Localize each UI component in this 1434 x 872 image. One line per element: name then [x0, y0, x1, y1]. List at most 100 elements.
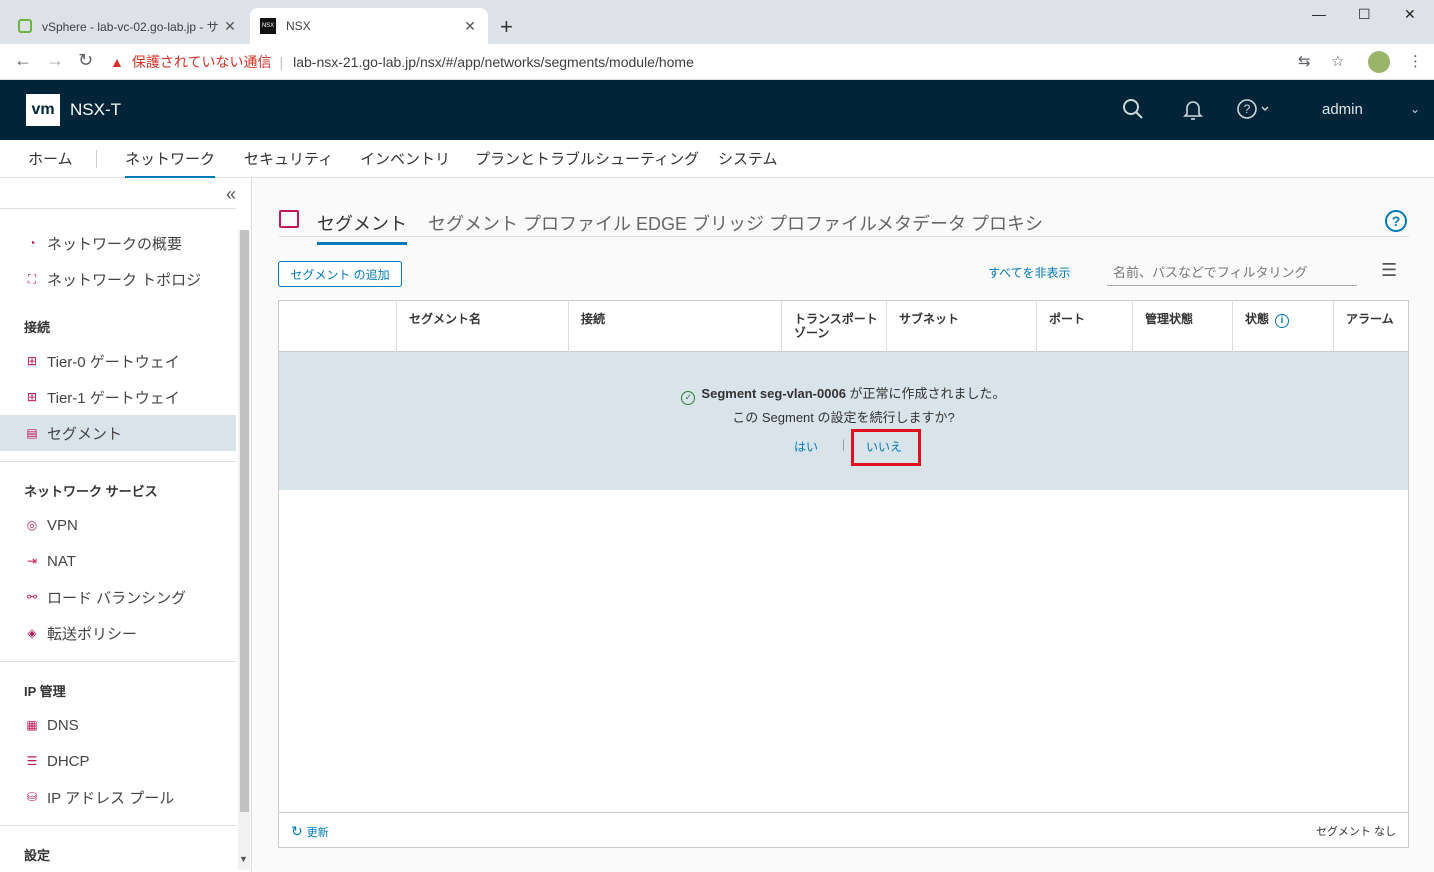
- close-tab-icon[interactable]: ✕: [222, 18, 238, 35]
- continue-question: この Segment の設定を続行しますか?: [732, 410, 955, 425]
- close-tab-icon[interactable]: ✕: [462, 18, 478, 35]
- sidebar-item-segments[interactable]: ▤ セグメント: [0, 415, 236, 451]
- table-header: セグメント名 接続 トランスポート ゾーン サブネット ポート 管理状態 状態 i…: [279, 301, 1408, 352]
- sidebar-item-network-topology[interactable]: ⛶ ネットワーク トポロジ: [0, 261, 236, 297]
- security-status[interactable]: 保護されていない通信: [132, 52, 272, 72]
- tab-title: NSX: [286, 19, 311, 33]
- profile-avatar[interactable]: [1368, 51, 1390, 73]
- sidebar-item-label: IP アドレス プール: [47, 789, 175, 807]
- sidebar-item-tier1-gateway[interactable]: ⊞ Tier-1 ゲートウェイ: [0, 379, 236, 415]
- filter-input[interactable]: [1107, 260, 1357, 286]
- tab-segments[interactable]: セグメント: [317, 210, 407, 245]
- segment-icon: [279, 210, 299, 228]
- svg-text:?: ?: [1244, 102, 1251, 116]
- sidebar-section-heading: ネットワーク サービス: [24, 484, 158, 499]
- bell-icon[interactable]: [1182, 98, 1204, 126]
- tab-segment-profiles[interactable]: セグメント プロファイル: [428, 210, 631, 242]
- gateway-icon: ⊞: [26, 354, 38, 368]
- window-close-icon[interactable]: ✕: [1404, 6, 1416, 23]
- refresh-button[interactable]: ↻ 更新: [291, 823, 329, 840]
- nav-inventory[interactable]: インベントリ: [360, 148, 450, 176]
- column-header[interactable]: セグメント名: [396, 301, 568, 352]
- hide-all-link[interactable]: すべてを非表示: [988, 264, 1070, 281]
- column-header-label: 状態: [1245, 312, 1270, 326]
- segment-count: セグメント なし: [1315, 826, 1396, 838]
- browser-tab-vsphere[interactable]: vSphere - lab-vc-02.go-lab.jp - サ ✕: [8, 8, 248, 44]
- url-field[interactable]: ▲ 保護されていない通信 | lab-nsx-21.go-lab.jp/nsx/…: [110, 48, 1360, 76]
- main-content: セグメント セグメント プロファイル EDGE ブリッジ プロファイル メタデー…: [253, 178, 1434, 872]
- sidebar-item-tier0-gateway[interactable]: ⊞ Tier-0 ゲートウェイ: [0, 343, 236, 379]
- sidebar-item-label: ロード バランシング: [47, 589, 187, 607]
- help-icon[interactable]: ?: [1385, 210, 1407, 232]
- filter-options-icon[interactable]: ☰: [1381, 260, 1397, 281]
- menu-kebab-icon[interactable]: ⋮: [1408, 52, 1423, 70]
- chevron-down-icon[interactable]: ⌄: [1410, 102, 1420, 116]
- column-header[interactable]: 接続: [568, 301, 781, 352]
- new-tab-icon[interactable]: +: [500, 14, 513, 40]
- forward-icon[interactable]: →: [46, 50, 64, 71]
- sidebar-item-label: ネットワーク トポロジ: [47, 271, 202, 289]
- info-icon[interactable]: i: [1275, 314, 1290, 328]
- sidebar-item-label: NAT: [47, 552, 76, 570]
- reload-icon[interactable]: ↻: [78, 50, 93, 71]
- sidebar-item-forwarding-policy[interactable]: ◈ 転送ポリシー: [0, 615, 236, 651]
- divider: |: [279, 54, 284, 70]
- divider: [279, 236, 1409, 237]
- back-icon[interactable]: ←: [14, 50, 32, 71]
- status-column-header[interactable]: 状態 i: [1232, 301, 1333, 352]
- collapse-sidebar-icon[interactable]: «: [226, 184, 236, 205]
- bookmark-star-icon[interactable]: ☆: [1331, 52, 1344, 70]
- sidebar-item-label: DNS: [47, 716, 79, 734]
- sidebar-item-label: VPN: [47, 516, 78, 534]
- nav-system[interactable]: システム: [718, 148, 778, 176]
- translate-icon[interactable]: ⇆: [1298, 52, 1311, 70]
- maximize-icon[interactable]: ☐: [1358, 6, 1371, 23]
- sidebar-item-ip-address-pool[interactable]: ⛁ IP アドレス プール: [0, 779, 236, 815]
- nav-security[interactable]: セキュリティ: [244, 148, 333, 176]
- yes-link[interactable]: はい: [794, 438, 818, 455]
- vsphere-favicon-icon: [18, 19, 32, 33]
- segments-table: セグメント名 接続 トランスポート ゾーン サブネット ポート 管理状態 状態 i…: [278, 300, 1409, 848]
- search-icon[interactable]: [1122, 98, 1144, 126]
- divider: [0, 825, 236, 826]
- check-circle-icon: ✓: [681, 391, 696, 405]
- nav-home[interactable]: ホーム: [28, 148, 73, 176]
- sidebar-section-heading: 設定: [24, 848, 51, 863]
- browser-tab-nsx[interactable]: NSX NSX ✕: [250, 8, 488, 44]
- refresh-label: 更新: [306, 827, 329, 839]
- column-header[interactable]: ポート: [1036, 301, 1132, 352]
- ip-pool-icon: ⛁: [26, 790, 38, 804]
- sidebar-item-nat[interactable]: ⇥ NAT: [0, 543, 236, 579]
- sidebar-item-network-overview[interactable]: ◔ ネットワークの概要: [0, 225, 236, 261]
- forwarding-policy-icon: ◈: [27, 626, 37, 640]
- sidebar-scrollbar-thumb[interactable]: [240, 230, 249, 812]
- tab-edge-bridge-profiles[interactable]: EDGE ブリッジ プロファイル: [636, 210, 877, 242]
- sidebar-item-vpn[interactable]: ◎ VPN: [0, 507, 236, 543]
- sidebar-item-dhcp[interactable]: ☰ DHCP: [0, 743, 236, 779]
- user-menu[interactable]: admin: [1322, 101, 1363, 118]
- app-header: vm NSX-T ? admin ⌄: [0, 80, 1434, 140]
- column-header[interactable]: アラーム: [1333, 301, 1408, 352]
- dhcp-icon: ☰: [26, 754, 38, 768]
- sidebar-item-load-balancing[interactable]: ⚯ ロード バランシング: [0, 579, 236, 615]
- load-balancer-icon: ⚯: [26, 590, 38, 604]
- success-banner: ✓ Segment seg-vlan-0006 が正常に作成されました。 この S…: [279, 352, 1408, 490]
- sidebar-item-label: 転送ポリシー: [47, 625, 138, 643]
- sidebar-item-label: Tier-1 ゲートウェイ: [47, 389, 180, 407]
- minimize-icon[interactable]: —: [1312, 6, 1326, 22]
- nav-plan-troubleshoot[interactable]: プランとトラブルシューティング: [475, 148, 699, 176]
- url-text: lab-nsx-21.go-lab.jp/nsx/#/app/networks/…: [293, 54, 694, 70]
- nav-network[interactable]: ネットワーク: [125, 148, 216, 179]
- add-segment-button[interactable]: セグメント の追加: [278, 261, 402, 287]
- column-header[interactable]: トランスポート ゾーン: [781, 301, 886, 352]
- sidebar-item-label: セグメント: [47, 425, 123, 443]
- no-link[interactable]: いいえ: [851, 429, 921, 466]
- column-header[interactable]: サブネット: [886, 301, 1036, 352]
- success-text: が正常に作成されました。: [845, 386, 1006, 401]
- segment-icon: ▤: [26, 426, 38, 440]
- scroll-down-arrow-icon[interactable]: ▼: [239, 854, 248, 864]
- sidebar-item-dns[interactable]: ▦ DNS: [0, 707, 236, 743]
- tab-metadata-proxy[interactable]: メタデータ プロキシ: [876, 210, 1043, 242]
- column-header[interactable]: 管理状態: [1132, 301, 1232, 352]
- help-menu-icon[interactable]: ?: [1237, 98, 1271, 126]
